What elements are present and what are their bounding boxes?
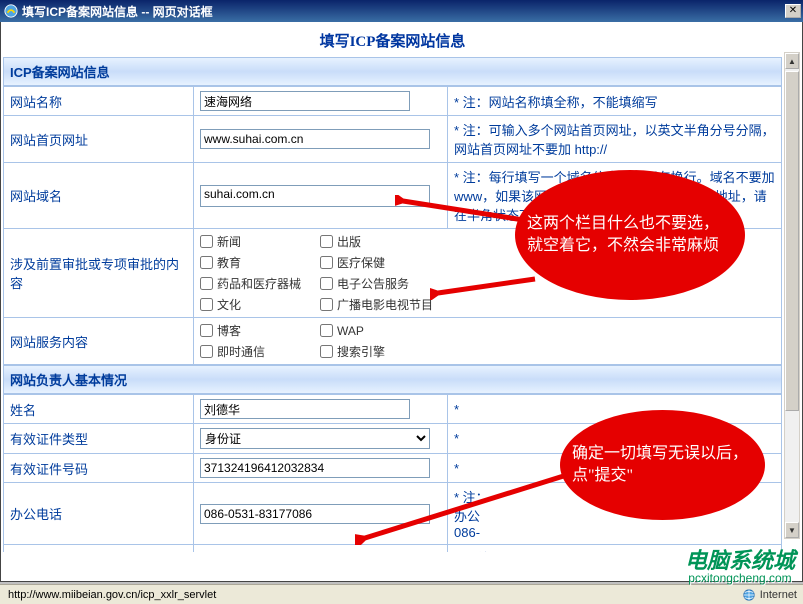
scroll-up-icon[interactable]: ▲ <box>785 53 799 69</box>
checkbox-health[interactable]: 医疗保健 <box>320 254 440 271</box>
note-site-name: * 注：网站名称填全称，不能填缩写 <box>448 87 782 116</box>
check-row: 即时通信 搜索引擎 <box>200 343 775 360</box>
annotation-bubble-1: 这两个栏目什么也不要选，就空着它，不然会非常麻烦 <box>515 170 745 300</box>
scroll-down-icon[interactable]: ▼ <box>785 522 799 538</box>
section-header-2: 网站负责人基本情况 <box>3 365 782 394</box>
label-mobile: 移动手机号码 <box>4 545 194 553</box>
label-office-phone: 办公电话 <box>4 483 194 545</box>
ie-icon <box>4 4 18 18</box>
checkbox-wap[interactable]: WAP <box>320 322 440 339</box>
close-button[interactable]: ✕ <box>785 4 801 18</box>
id-type-select[interactable]: 身份证 <box>200 428 430 449</box>
name-input[interactable] <box>200 399 410 419</box>
check-row: 博客 WAP <box>200 322 775 339</box>
label-pre-approval: 涉及前置审批或专项审批的内容 <box>4 229 194 318</box>
checkbox-im[interactable]: 即时通信 <box>200 343 320 360</box>
checkbox-broadcast[interactable]: 广播电影电视节目 <box>320 296 440 313</box>
status-bar: http://www.miibeian.gov.cn/icp_xxlr_serv… <box>0 584 803 604</box>
watermark: 电脑系统城 pcxitongcheng.com <box>685 550 795 584</box>
statusbar-url: http://www.miibeian.gov.cn/icp_xxlr_serv… <box>8 589 216 601</box>
label-site-domain: 网站域名 <box>4 163 194 229</box>
note-site-home-url: * 注：可输入多个网站首页网址，以英文半角分号分隔，网站首页网址不要加 http… <box>448 116 782 163</box>
vertical-scrollbar[interactable]: ▲ ▼ <box>784 52 800 539</box>
annotation-bubble-2: 确定一切填写无误以后，点"提交" <box>560 410 765 520</box>
arrow-2 <box>355 470 575 545</box>
label-service-content: 网站服务内容 <box>4 318 194 365</box>
checkbox-publish[interactable]: 出版 <box>320 233 440 250</box>
checkbox-news[interactable]: 新闻 <box>200 233 320 250</box>
checkbox-bbs[interactable]: 电子公告服务 <box>320 275 440 292</box>
checkbox-culture[interactable]: 文化 <box>200 296 320 313</box>
site-home-url-input[interactable] <box>200 129 430 149</box>
checkbox-edu[interactable]: 教育 <box>200 254 320 271</box>
statusbar-zone: Internet <box>760 589 797 601</box>
window-titlebar: 填写ICP备案网站信息 -- 网页对话框 ✕ <box>0 0 803 22</box>
label-site-name: 网站名称 <box>4 87 194 116</box>
section-header-1: ICP备案网站信息 <box>3 57 782 86</box>
arrow-1b <box>430 275 540 300</box>
site-name-input[interactable] <box>200 91 410 111</box>
globe-icon <box>742 588 756 602</box>
checkbox-blog[interactable]: 博客 <box>200 322 320 339</box>
arrow-1a <box>395 195 535 225</box>
page-title: 填写ICP备案网站信息 <box>3 24 782 57</box>
label-id-number: 有效证件号码 <box>4 454 194 483</box>
window-title: 填写ICP备案网站信息 -- 网页对话框 <box>22 3 213 20</box>
scroll-thumb[interactable] <box>785 71 799 411</box>
label-name: 姓名 <box>4 395 194 424</box>
label-site-home-url: 网站首页网址 <box>4 116 194 163</box>
checkbox-drug[interactable]: 药品和医疗器械 <box>200 275 320 292</box>
checkbox-search[interactable]: 搜索引擎 <box>320 343 440 360</box>
label-id-type: 有效证件类型 <box>4 424 194 454</box>
